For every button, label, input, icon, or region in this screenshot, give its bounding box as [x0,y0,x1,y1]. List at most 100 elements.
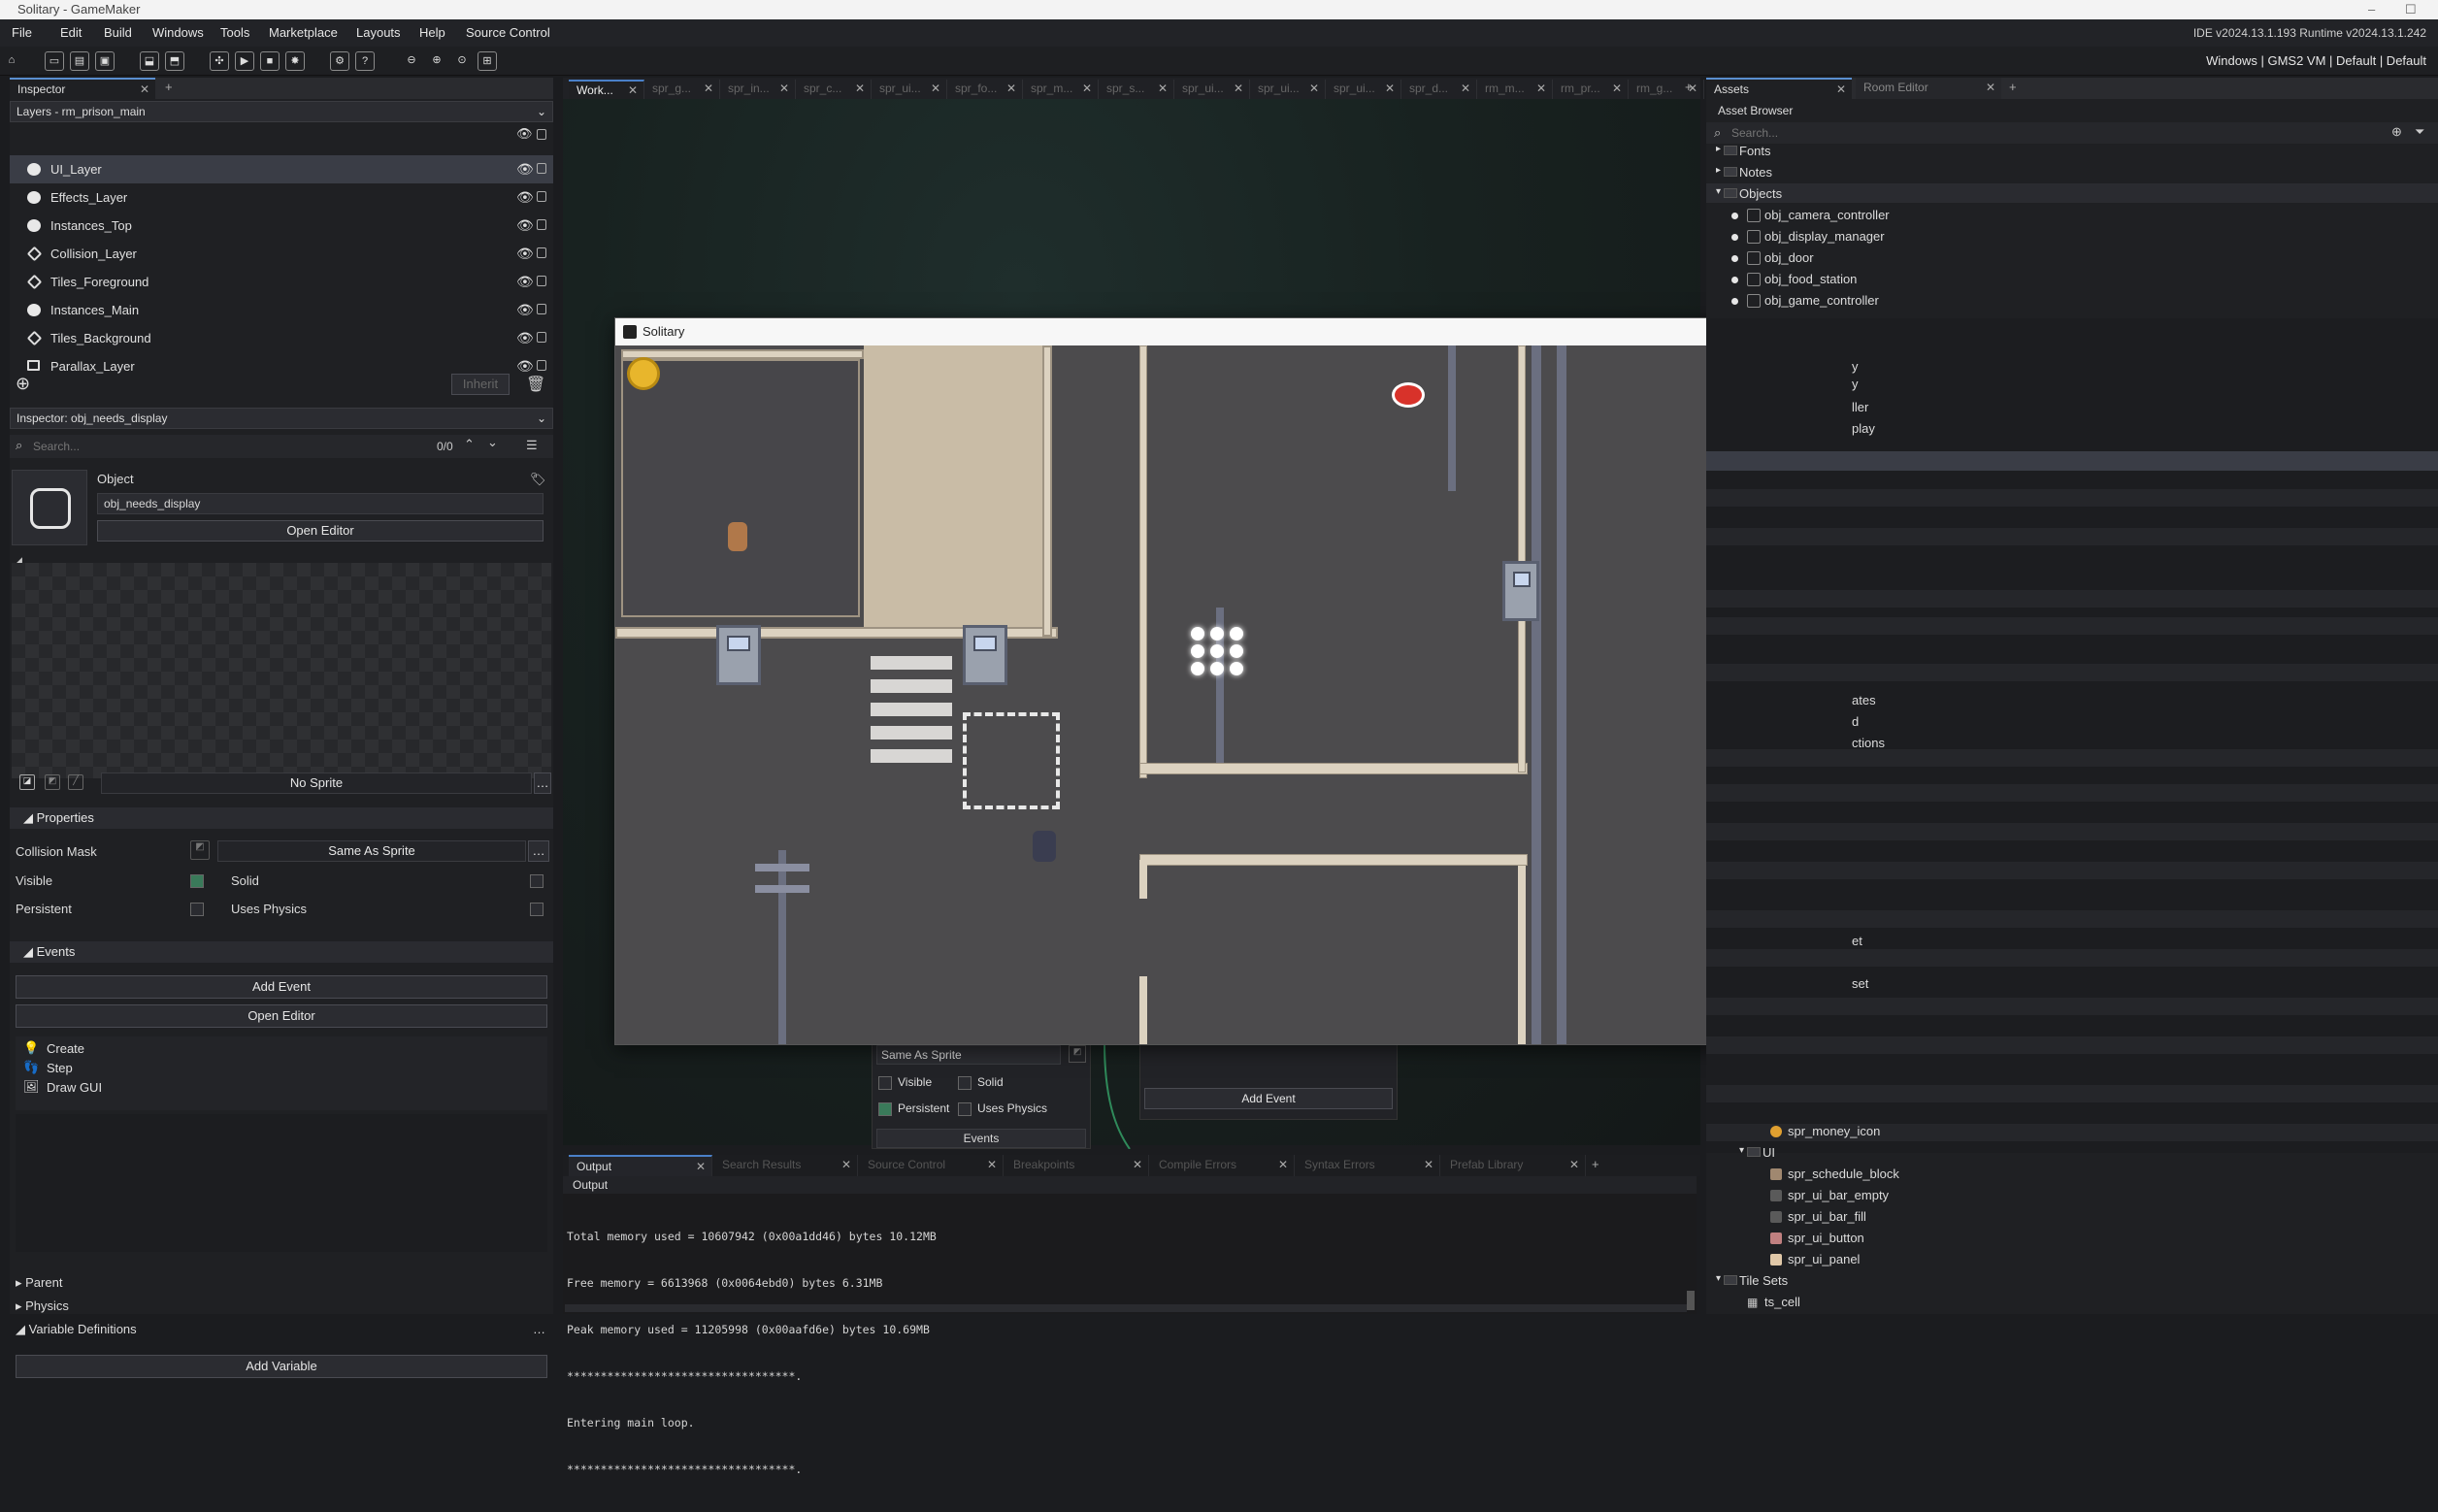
layer-row[interactable]: Tiles_Foreground 👁 [10,268,553,296]
delete-layer-icon[interactable]: 🗑 [526,375,545,394]
zoom-in-icon[interactable]: ⊕ [427,51,446,71]
asset-folder-notes[interactable]: Notes [1739,165,1772,180]
asset-item-partial[interactable]: ller [1852,400,1868,414]
variable-definitions-section[interactable]: ◢ Variable Definitions… [16,1322,553,1337]
output-tab[interactable]: Search Results ✕ [714,1155,858,1176]
inherit-button[interactable]: Inherit [451,374,510,395]
asset-sprite[interactable]: spr_money_icon [1788,1124,1880,1138]
parent-section[interactable]: ▸ Parent [16,1275,62,1291]
tab-inspector[interactable]: Inspector ✕ [10,78,155,99]
layer-row[interactable]: Instances_Top 👁 [10,212,553,240]
horizontal-scrollbar[interactable] [565,1304,1687,1312]
workspace-tab[interactable]: spr_s... ✕ [1099,80,1174,99]
asset-search-input[interactable] [1731,123,2372,143]
lock-icon[interactable] [537,129,546,140]
uses-physics-checkbox-behind[interactable] [958,1102,972,1116]
open-project-icon[interactable]: ▤ [70,51,89,71]
asset-sprite[interactable]: spr_ui_panel [1788,1252,1860,1266]
menu-file[interactable]: File [12,25,32,40]
add-tab-icon[interactable]: + [1592,1157,1599,1171]
eye-icon[interactable]: 👁 [516,324,534,352]
close-icon[interactable]: ✕ [1385,82,1395,95]
eye-icon[interactable]: 👁 [516,155,534,183]
open-editor-events-button[interactable]: Open Editor [16,1004,547,1028]
physics-section[interactable]: ▸ Physics [16,1298,69,1314]
save-project-icon[interactable]: ▣ [95,51,115,71]
asset-folder-tilesets[interactable]: Tile Sets [1739,1273,1788,1288]
asset-object[interactable]: obj_display_manager [1764,229,1885,244]
inspector-search-input[interactable] [33,437,431,456]
maximize-button[interactable]: ☐ [2405,0,2417,19]
output-tab[interactable]: Syntax Errors ✕ [1297,1155,1440,1176]
asset-sprite[interactable]: spr_ui_button [1788,1231,1864,1245]
debug-icon[interactable]: ✸ [285,51,305,71]
workspace-tab[interactable]: spr_g... ✕ [644,80,720,99]
menu-layouts[interactable]: Layouts [356,25,401,40]
close-icon[interactable]: ✕ [704,82,713,95]
menu-source-control[interactable]: Source Control [466,25,550,40]
settings-icon[interactable]: ⚙ [330,51,349,71]
tab-assets[interactable]: Assets ✕ [1706,78,1852,99]
close-icon[interactable]: ✕ [987,1158,997,1171]
close-icon[interactable]: ✕ [628,83,638,97]
asset-item-partial[interactable]: d [1852,714,1859,729]
mask-more-button[interactable]: … [528,840,549,862]
output-tab[interactable]: Prefab Library ✕ [1442,1155,1586,1176]
asset-item-partial[interactable]: et [1852,934,1862,948]
object-inspector-dropdown[interactable]: Inspector: obj_needs_display ⌄ [10,408,553,429]
asset-sprite[interactable]: spr_schedule_block [1788,1167,1899,1181]
zoom-reset-icon[interactable]: ⊙ [452,51,472,71]
close-icon[interactable]: ✕ [1536,82,1546,95]
close-icon[interactable]: ✕ [841,1158,851,1171]
solid-checkbox[interactable] [530,874,544,888]
sprite-edit-icon[interactable]: ◩ [45,774,60,790]
close-icon[interactable]: ✕ [1278,1158,1288,1171]
layer-row[interactable]: Instances_Main 👁 [10,296,553,324]
tag-icon[interactable]: 🏷 [530,472,546,487]
output-tab[interactable]: Breakpoints ✕ [1005,1155,1149,1176]
asset-item-partial[interactable]: play [1852,421,1875,436]
layers-dropdown[interactable]: Layers - rm_prison_main ⌄ [10,101,553,122]
sprite-browse-icon[interactable]: ╱ [68,774,83,790]
workspace-tab[interactable]: spr_in... ✕ [720,80,796,99]
solid-checkbox-behind[interactable] [958,1076,972,1090]
sprite-more-button[interactable]: … [534,772,551,794]
asset-object[interactable]: obj_camera_controller [1764,208,1890,222]
close-icon[interactable]: ✕ [1234,82,1243,95]
output-tab[interactable]: Compile Errors ✕ [1151,1155,1295,1176]
lock-icon[interactable] [537,360,546,371]
chevron-right-icon[interactable]: ▸ [1716,144,1721,154]
eye-icon[interactable]: 👁 [516,212,534,240]
eye-icon[interactable]: 👁 [516,240,534,268]
workspace-tab[interactable]: rm_g... ✕ [1629,80,1704,99]
menu-edit[interactable]: Edit [60,25,82,40]
chevron-up-icon[interactable]: ⌃ [464,437,475,452]
visible-checkbox-behind[interactable] [878,1076,892,1090]
asset-folder-ui[interactable]: UI [1763,1145,1775,1160]
eye-icon[interactable]: 👁 [516,296,534,324]
close-icon[interactable]: ✕ [1424,1158,1433,1171]
mask-selector-behind[interactable]: Same As Sprite [876,1045,1061,1065]
vertical-scrollbar[interactable] [1687,1291,1695,1310]
layer-row[interactable]: Effects_Layer 👁 [10,183,553,212]
asset-item-partial[interactable]: set [1852,976,1868,991]
mask-edit-icon[interactable]: ◩ [1069,1045,1086,1063]
add-tab-icon[interactable]: + [1685,80,1693,94]
lock-icon[interactable] [537,163,546,174]
layer-row[interactable]: Tiles_Background 👁 [10,324,553,352]
collision-mask-selector[interactable]: Same As Sprite [217,840,526,862]
add-layer-icon[interactable]: ⊕ [16,374,30,394]
chevron-down-icon[interactable]: ⌄ [487,435,498,450]
mask-edit-icon[interactable]: ◩ [190,840,210,860]
asset-sprite[interactable]: spr_ui_bar_fill [1788,1209,1866,1224]
minimize-button[interactable]: – [2368,0,2375,19]
add-tab-icon[interactable]: + [165,80,173,94]
persistent-checkbox[interactable] [190,903,204,916]
asset-item-partial[interactable]: ates [1852,693,1876,707]
asset-sprite[interactable]: spr_ui_bar_empty [1788,1188,1889,1202]
event-create[interactable]: Create [47,1041,84,1056]
create-asset-icon[interactable]: ⊕ [2391,124,2402,140]
close-icon[interactable]: ✕ [1082,82,1092,95]
lock-icon[interactable] [537,276,546,286]
chevron-right-icon[interactable]: ▸ [1716,165,1721,176]
